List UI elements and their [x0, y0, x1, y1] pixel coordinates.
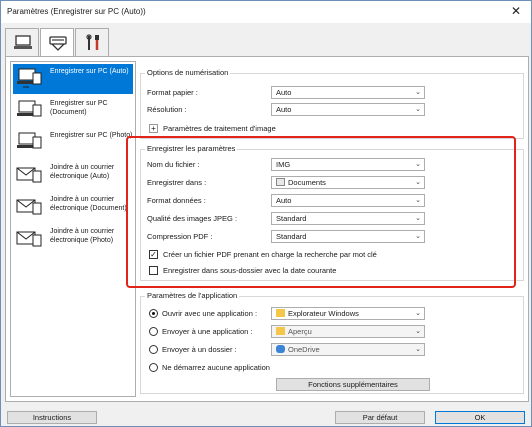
open-app-row: Ouvrir avec une application : Explorateu… [147, 307, 517, 320]
send-folder-label: Envoyer à un dossier : [162, 345, 237, 354]
highlight-frame [126, 136, 516, 288]
sidebar-item-save-pc-document[interactable]: Enregistrer sur PC (Document) [13, 96, 133, 126]
send-app-value: Aperçu [288, 327, 312, 336]
resolution-label: Résolution : [147, 105, 187, 114]
window-title: Paramètres (Enregistrer sur PC (Auto)) [7, 7, 146, 16]
sidebar-item-label: Enregistrer sur PC (Photo) [50, 132, 133, 139]
app-settings-legend: Paramètres de l'application [145, 291, 240, 300]
computer-scan-icon [14, 35, 32, 49]
send-app-select[interactable]: Aperçu ⌄ [271, 325, 425, 338]
close-icon[interactable]: ✕ [505, 3, 527, 20]
expand-plus-icon[interactable]: + [149, 124, 158, 133]
defaults-button[interactable]: Par défaut [335, 411, 425, 424]
chevron-down-icon: ⌄ [415, 346, 421, 353]
title-bar: Paramètres (Enregistrer sur PC (Auto)) ✕ [1, 1, 531, 23]
save-to-pc-icon [17, 132, 42, 149]
sidebar-item-save-pc-photo[interactable]: Enregistrer sur PC (Photo) [13, 128, 133, 158]
send-app-label: Envoyer à une application : [162, 327, 253, 336]
resolution-select[interactable]: Auto ⌄ [271, 103, 425, 116]
sidebar-item-label: Joindre à un courrier électronique (Auto… [50, 164, 115, 180]
open-app-radio[interactable] [149, 309, 158, 318]
tab-scanner[interactable] [40, 28, 74, 57]
sidebar: Enregistrer sur PC (Auto) Enregistrer su… [10, 61, 136, 397]
explorer-folder-icon [276, 309, 285, 317]
email-attach-icon [16, 167, 42, 183]
chevron-down-icon: ⌄ [415, 89, 421, 96]
open-app-value: Explorateur Windows [288, 309, 359, 318]
send-app-row: Envoyer à une application : Aperçu ⌄ [147, 325, 517, 338]
save-to-pc-icon [17, 68, 42, 88]
send-folder-row: Envoyer à un dossier : OneDrive ⌄ [147, 343, 517, 356]
extra-functions-button[interactable]: Fonctions supplémentaires [276, 378, 430, 391]
email-attach-icon [16, 231, 42, 247]
scan-options-legend: Options de numérisation [145, 68, 231, 77]
tools-icon [86, 34, 99, 50]
send-folder-value: OneDrive [288, 345, 320, 354]
email-attach-icon [16, 199, 42, 215]
settings-window: Paramètres (Enregistrer sur PC (Auto)) ✕ [0, 0, 532, 427]
paper-size-select[interactable]: Auto ⌄ [271, 86, 425, 99]
tab-computer-scan[interactable] [5, 28, 39, 56]
sidebar-item-save-pc-auto[interactable]: Enregistrer sur PC (Auto) [13, 64, 133, 94]
send-folder-select[interactable]: OneDrive ⌄ [271, 343, 425, 356]
image-processing-row[interactable]: + Paramètres de traitement d'image [147, 122, 347, 135]
chevron-down-icon: ⌄ [415, 328, 421, 335]
chevron-down-icon: ⌄ [415, 106, 421, 113]
open-app-select[interactable]: Explorateur Windows ⌄ [271, 307, 425, 320]
ok-button[interactable]: OK [435, 411, 525, 424]
open-app-label: Ouvrir avec une application : [162, 309, 258, 318]
scanner-icon [49, 36, 67, 51]
sidebar-item-label: Joindre à un courrier électronique (Phot… [50, 228, 115, 244]
preview-app-icon [276, 327, 285, 335]
resolution-value: Auto [276, 105, 292, 114]
no-app-radio[interactable] [149, 363, 158, 372]
sidebar-item-email-photo[interactable]: Joindre à un courrier électronique (Phot… [13, 224, 133, 254]
paper-size-label: Format papier : [147, 88, 198, 97]
sidebar-item-label: Joindre à un courrier électronique (Docu… [50, 196, 127, 212]
sidebar-item-email-document[interactable]: Joindre à un courrier électronique (Docu… [13, 192, 133, 222]
resolution-row: Résolution : Auto ⌄ [147, 103, 517, 116]
sidebar-item-email-auto[interactable]: Joindre à un courrier électronique (Auto… [13, 160, 133, 190]
sidebar-item-label: Enregistrer sur PC (Document) [50, 100, 108, 116]
send-app-radio[interactable] [149, 327, 158, 336]
paper-size-row: Format papier : Auto ⌄ [147, 86, 517, 99]
app-settings-group: Paramètres de l'application Ouvrir avec … [140, 291, 524, 394]
sidebar-item-label: Enregistrer sur PC (Auto) [50, 68, 129, 75]
tab-tools[interactable] [75, 28, 109, 56]
chevron-down-icon: ⌄ [415, 310, 421, 317]
no-app-label: Ne démarrez aucune application [162, 363, 270, 372]
no-app-row: Ne démarrez aucune application [147, 361, 517, 374]
paper-size-value: Auto [276, 88, 292, 97]
image-processing-label: Paramètres de traitement d'image [163, 124, 276, 133]
scan-options-group: Options de numérisation Format papier : … [140, 68, 524, 139]
instructions-button[interactable]: Instructions [7, 411, 97, 424]
send-folder-radio[interactable] [149, 345, 158, 354]
save-to-pc-icon [17, 100, 42, 117]
onedrive-icon [276, 345, 285, 353]
